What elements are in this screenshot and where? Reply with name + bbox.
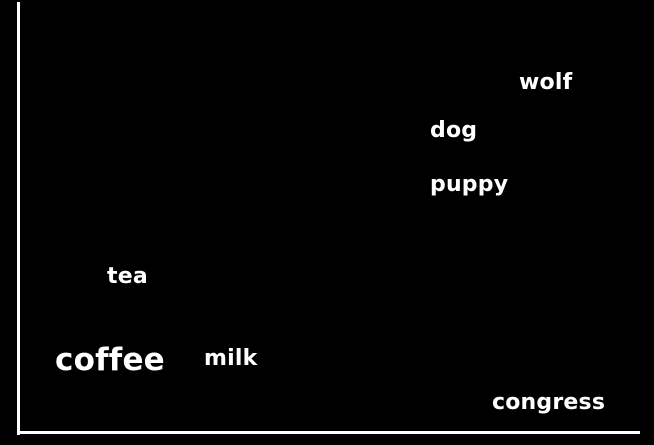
- word-embedding-plot: wolf dog puppy tea coffee milk congress: [0, 0, 654, 445]
- word-dog: dog: [430, 118, 478, 143]
- word-milk: milk: [204, 346, 258, 371]
- word-coffee: coffee: [55, 342, 165, 378]
- y-axis-line: [17, 2, 20, 435]
- word-congress: congress: [492, 390, 606, 415]
- word-puppy: puppy: [430, 172, 509, 197]
- x-axis-line: [17, 431, 640, 434]
- word-tea: tea: [107, 264, 148, 289]
- word-wolf: wolf: [519, 70, 573, 95]
